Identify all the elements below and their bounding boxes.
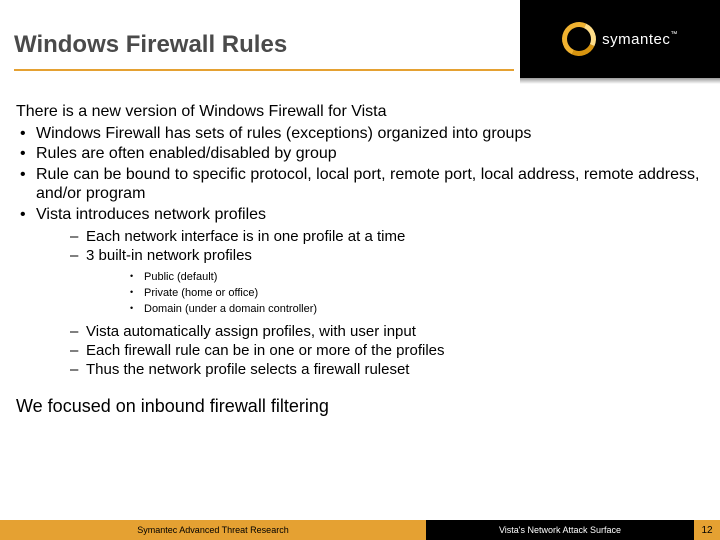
list-item: Private (home or office) <box>130 286 704 302</box>
list-item: Vista introduces network profiles Each n… <box>16 205 704 383</box>
slide-header: Windows Firewall Rules symantec™ <box>0 0 720 84</box>
list-item: Domain (under a domain controller) <box>130 302 704 318</box>
brand-text: symantec <box>602 31 670 48</box>
slide-body: There is a new version of Windows Firewa… <box>0 84 720 418</box>
closing-text: We focused on inbound firewall filtering <box>16 396 704 418</box>
trademark-symbol: ™ <box>670 31 678 38</box>
list-item-text: Vista introduces network profiles <box>36 206 266 223</box>
list-item: Rules are often enabled/disabled by grou… <box>16 144 704 164</box>
brand-logo-band: symantec™ <box>520 0 720 78</box>
list-item: Vista automatically assign profiles, wit… <box>70 323 704 341</box>
bullet-list-level3: Public (default) Private (home or office… <box>86 266 704 322</box>
list-item: Rule can be bound to specific protocol, … <box>16 165 704 204</box>
bullet-list-level1: Windows Firewall has sets of rules (exce… <box>16 124 704 383</box>
title-underline <box>14 69 514 71</box>
brand-name: symantec™ <box>602 31 678 48</box>
list-item: Each firewall rule can be in one or more… <box>70 342 704 360</box>
footer-right: Vista's Network Attack Surface <box>426 520 694 540</box>
list-item: Each network interface is in one profile… <box>70 228 704 246</box>
page-number: 12 <box>694 520 720 540</box>
list-item: Thus the network profile selects a firew… <box>70 361 704 379</box>
list-item-text: 3 built-in network profiles <box>86 247 252 264</box>
list-item: Windows Firewall has sets of rules (exce… <box>16 124 704 144</box>
bullet-list-level2: Each network interface is in one profile… <box>36 224 704 382</box>
symantec-ring-icon <box>557 17 601 61</box>
footer-left: Symantec Advanced Threat Research <box>0 520 426 540</box>
logo-shadow <box>520 78 720 84</box>
list-item: Public (default) <box>130 270 704 286</box>
list-item: 3 built-in network profiles Public (defa… <box>70 247 704 321</box>
intro-text: There is a new version of Windows Firewa… <box>16 102 704 122</box>
slide-footer: Symantec Advanced Threat Research Vista'… <box>0 520 720 540</box>
